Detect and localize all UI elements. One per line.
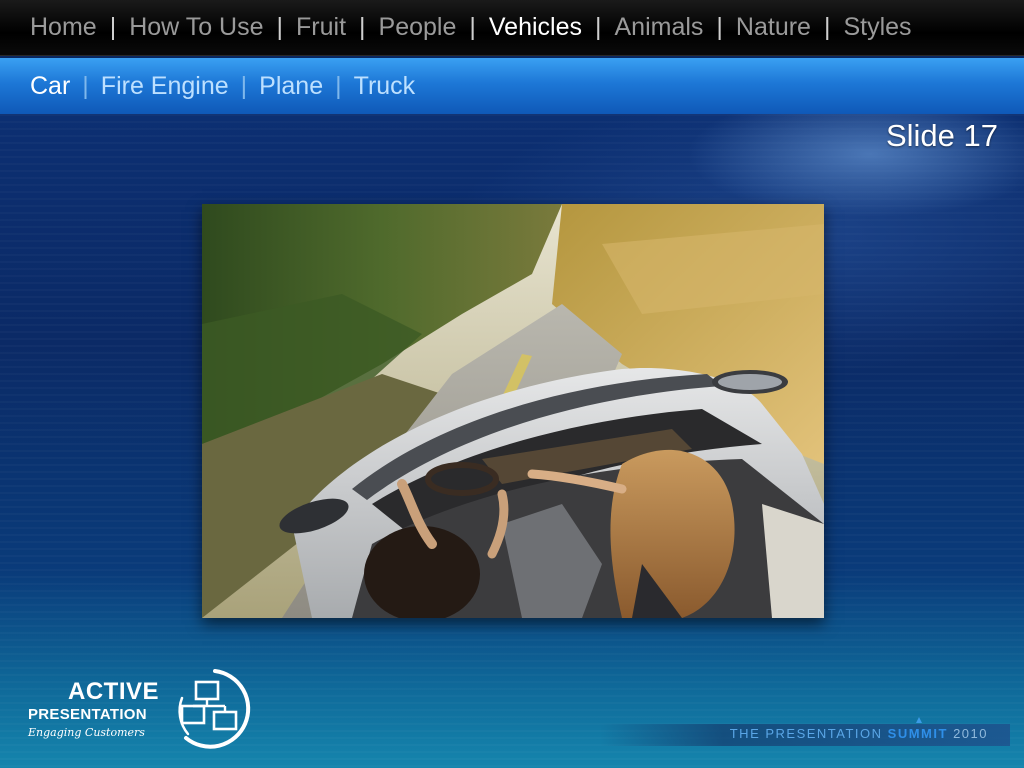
slide-number: Slide 17 [885, 118, 998, 153]
summit-text: THE PRESENTATION SUMMIT 2010 [730, 726, 988, 741]
nav-separator: | [276, 13, 284, 41]
nav-item-styles[interactable]: Styles [843, 13, 911, 42]
triangle-icon [916, 717, 922, 723]
summit-prefix: THE PRESENTATION [729, 726, 883, 741]
nav-item-nature[interactable]: Nature [736, 13, 811, 42]
network-monitors-icon [178, 669, 251, 749]
sub-nav-separator: | [82, 71, 89, 100]
photo-car-convertible-icon [202, 204, 824, 618]
nav-item-people[interactable]: People [379, 13, 457, 42]
nav-separator: | [716, 13, 723, 41]
sub-nav-separator: | [240, 71, 248, 100]
presentation-summit-badge: THE PRESENTATION SUMMIT 2010 [600, 717, 1010, 746]
summit-word: SUMMIT [887, 726, 948, 741]
nav-separator: | [595, 13, 602, 41]
logo-title: ACTIVE [68, 678, 160, 705]
logo-tagline: Engaging Customers [28, 726, 145, 739]
sub-nav: Car | Fire Engine | Plane | Truck [0, 58, 1024, 114]
nav-separator: | [109, 13, 117, 41]
sub-nav-separator: | [335, 71, 342, 100]
top-nav: Home | How To Use | Fruit | People | Veh… [0, 0, 1024, 56]
nav-item-home[interactable]: Home [30, 13, 97, 42]
car-photo [202, 204, 824, 618]
nav-item-animals[interactable]: Animals [615, 13, 704, 42]
nav-item-vehicles[interactable]: Vehicles [489, 13, 582, 42]
active-presentation-logo[interactable]: ACTIVE PRESENTATION Engaging Customers [26, 668, 266, 750]
nav-separator: | [469, 13, 476, 41]
sub-nav-item-plane[interactable]: Plane [259, 72, 323, 101]
nav-item-how-to-use[interactable]: How To Use [129, 13, 263, 42]
logo-subtitle: PRESENTATION [28, 706, 147, 723]
sub-nav-item-truck[interactable]: Truck [354, 72, 416, 101]
sub-nav-item-car[interactable]: Car [30, 72, 70, 101]
nav-separator: | [823, 13, 831, 41]
summit-year: 2010 [953, 726, 988, 741]
nav-separator: | [359, 13, 366, 41]
nav-item-fruit[interactable]: Fruit [296, 13, 346, 42]
sub-nav-item-fire-engine[interactable]: Fire Engine [101, 72, 229, 101]
